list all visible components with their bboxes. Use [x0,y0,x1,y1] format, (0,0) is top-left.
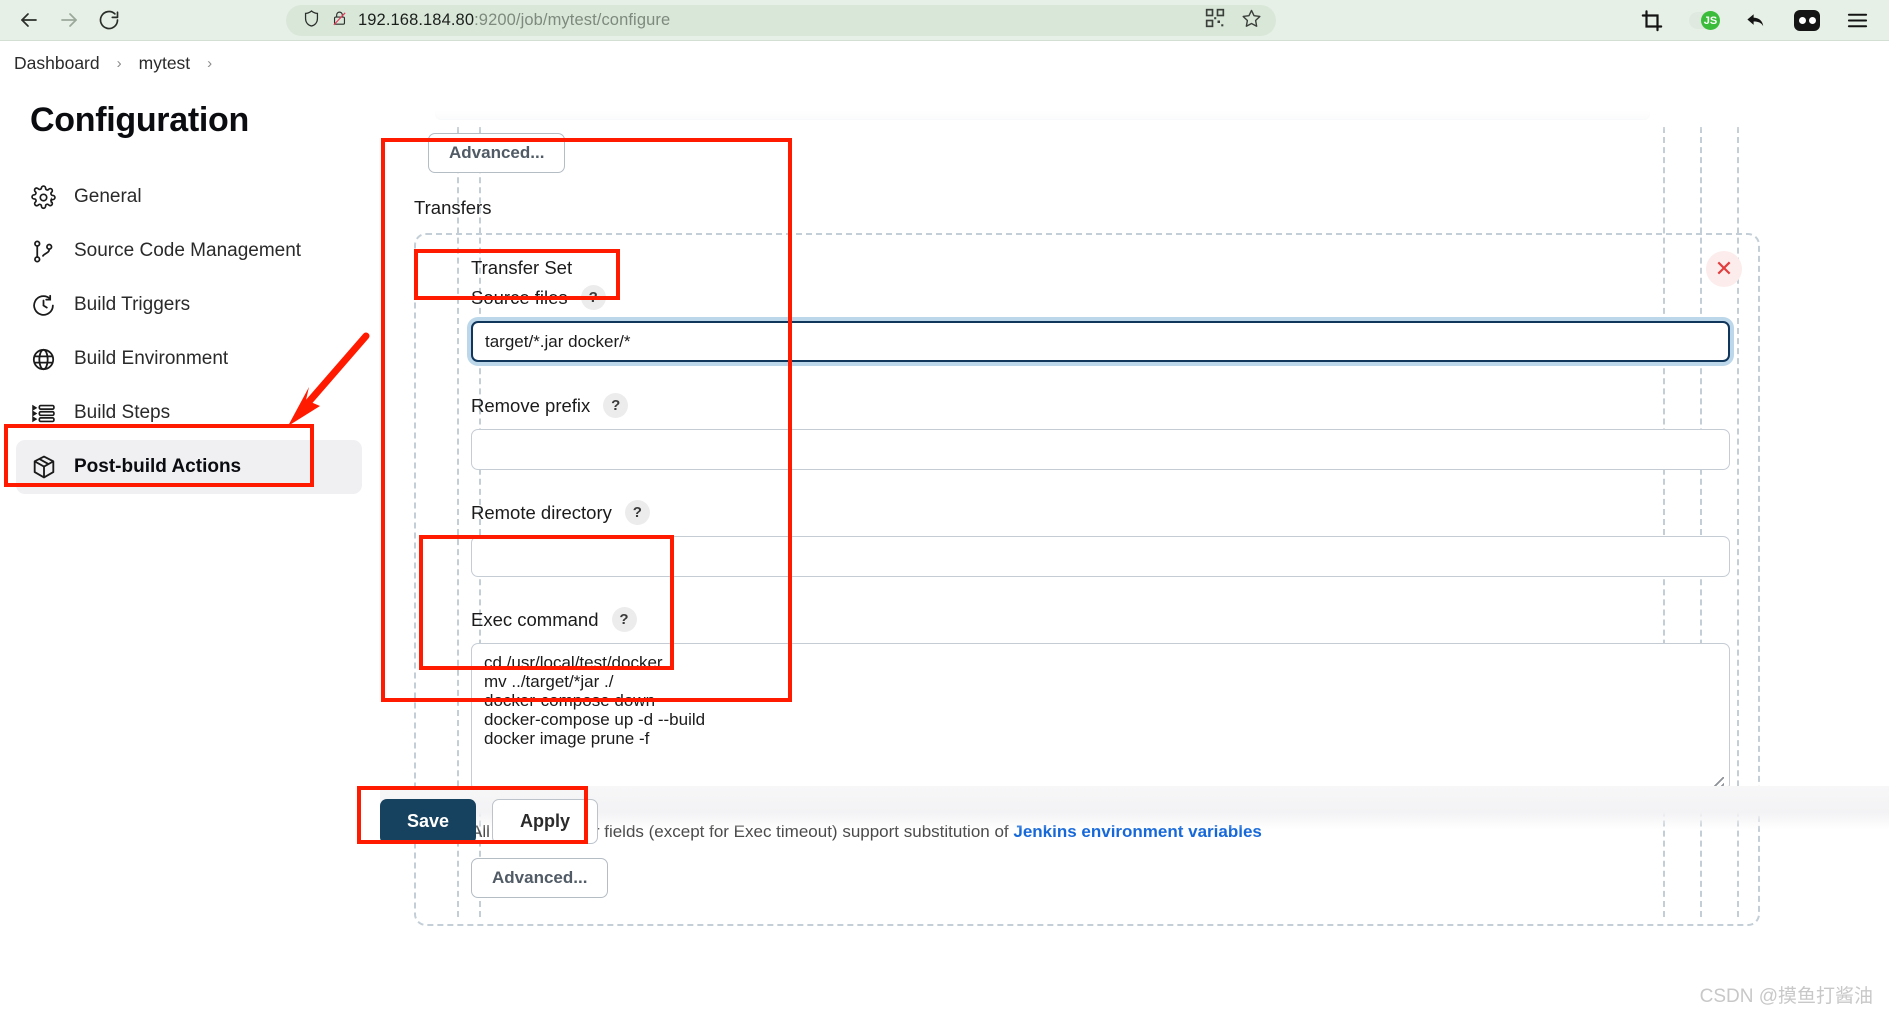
sidebar-item-label: Source Code Management [74,240,302,261]
remote-directory-label: Remote directory ? [471,500,1730,525]
help-icon[interactable]: ? [624,500,650,525]
transfer-set-label: Transfer Set [471,257,573,278]
browser-extension-toolbar: JS [1641,0,1879,41]
profile-chip-icon[interactable] [1794,10,1820,31]
transfers-label: Transfers [414,197,492,218]
sidebar-item-build-triggers[interactable]: Build Triggers [16,278,362,332]
sidebar-item-label: Build Environment [74,348,229,369]
form-action-buttons: Save Apply [380,799,599,844]
help-icon[interactable]: ? [603,393,629,418]
source-files-input[interactable] [471,321,1730,362]
address-bar[interactable]: 192.168.184.80:9200/job/mytest/configure [286,5,1276,36]
gear-icon [30,184,57,211]
scroll-fade-overlay [380,85,1889,131]
globe-icon [30,346,57,373]
help-icon[interactable]: ? [611,607,637,632]
browser-toolbar: 192.168.184.80:9200/job/mytest/configure… [0,0,1889,41]
shield-icon [302,8,321,34]
sidebar-item-label: Build Steps [74,402,171,423]
browser-nav-buttons [0,3,126,37]
hamburger-menu-icon[interactable] [1846,9,1869,32]
apply-button[interactable]: Apply [492,799,599,844]
sidebar-item-build-steps[interactable]: Build Steps [16,386,362,440]
breadcrumb-item-mytest[interactable]: mytest [139,53,191,74]
address-bar-url: 192.168.184.80:9200/job/mytest/configure [358,11,670,30]
remote-directory-input[interactable] [471,536,1730,577]
git-branch-icon [30,238,57,265]
remove-prefix-label: Remove prefix ? [471,393,1730,418]
js-toggle-label: JS [1701,11,1720,30]
exec-command-textarea[interactable]: cd /usr/local/test/docker mv ../target/*… [471,643,1730,791]
remove-prefix-input[interactable] [471,429,1730,470]
address-bar-icons [286,8,348,34]
list-steps-icon [30,400,57,427]
js-toggle[interactable]: JS [1689,11,1720,30]
source-files-label: Source files ? [471,285,1730,310]
breadcrumb: Dashboard › mytest › [0,41,1889,85]
back-icon[interactable] [12,3,46,37]
close-x-icon[interactable]: ✕ [1706,251,1742,287]
sidebar-item-build-environment[interactable]: Build Environment [16,332,362,386]
forward-icon[interactable] [52,3,86,37]
qr-code-icon[interactable] [1205,8,1225,33]
exec-command-label: Exec command ? [471,607,1730,632]
advanced-button-bottom[interactable]: Advanced... [471,858,609,898]
star-icon[interactable] [1241,8,1262,34]
clock-icon [30,292,57,319]
field-label-text: Source files [471,286,568,308]
reload-icon[interactable] [92,3,126,37]
advanced-button-top[interactable]: Advanced... [428,133,566,173]
sidebar-item-label: Build Triggers [74,294,191,315]
field-label-text: Remove prefix [471,394,591,416]
breadcrumb-separator-2: › [207,54,213,72]
package-box-icon [30,454,57,481]
crop-icon[interactable] [1641,9,1663,32]
url-path: :9200/job/mytest/configure [474,11,671,29]
watermark: CSDN @摸鱼打酱油 [1699,986,1873,1007]
sidebar-item-source-code-management[interactable]: Source Code Management [16,224,362,278]
undo-arrow-icon[interactable] [1745,9,1768,32]
jenkins-page: Dashboard › mytest › mytest ⌄ Configurat… [0,41,1889,1016]
field-label-text: Exec command [471,608,599,630]
sidebar-item-label: General [74,186,142,207]
breadcrumb-item-dashboard[interactable]: Dashboard [14,53,100,74]
configuration-sidebar: Configuration General Source Code Manage… [0,101,380,494]
sidebar-item-post-build-actions[interactable]: Post-build Actions [16,440,362,494]
address-bar-actions [1205,5,1262,36]
url-host: 192.168.184.80 [358,11,475,29]
save-button[interactable]: Save [380,799,477,844]
insecure-lock-icon [331,8,348,34]
sidebar-item-general[interactable]: General [16,170,362,224]
sidebar-item-label: Post-build Actions [74,456,242,477]
breadcrumb-separator: › [116,54,122,72]
field-label-text: Remote directory [471,501,612,523]
page-title: Configuration [30,101,249,139]
help-icon[interactable]: ? [580,285,606,310]
sticky-save-bar [380,786,1889,830]
